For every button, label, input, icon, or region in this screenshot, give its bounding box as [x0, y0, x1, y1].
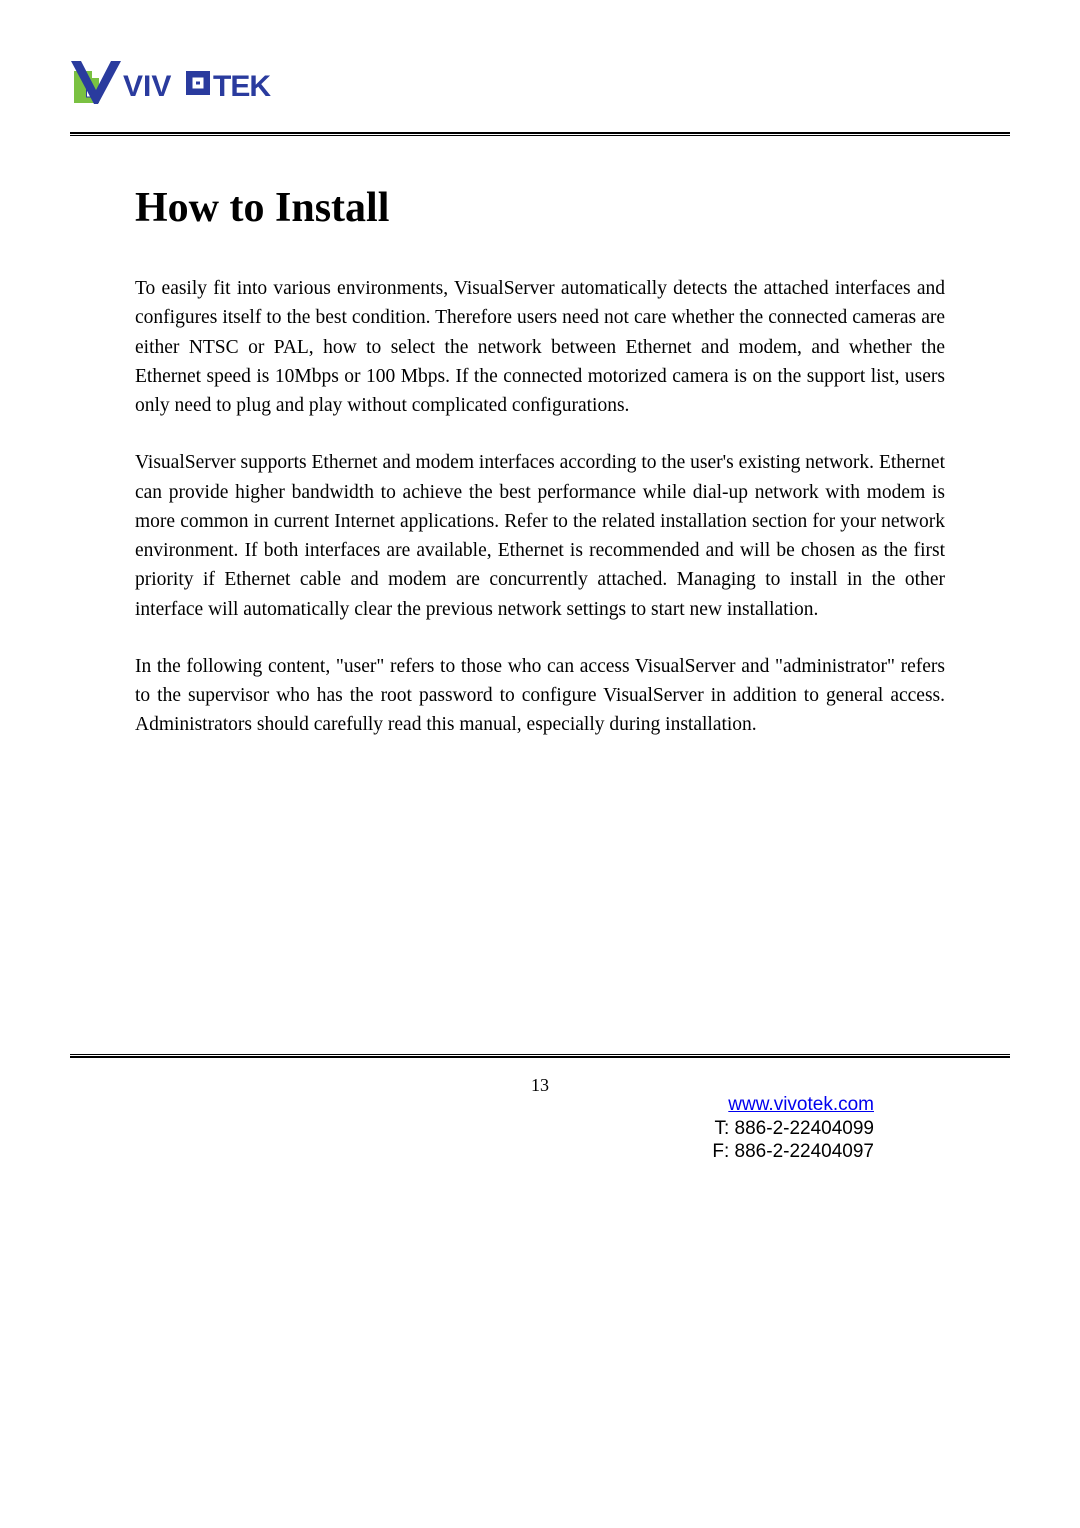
footer-contact: www.vivotek.com T: 886-2-22404099 F: 886…	[712, 1093, 874, 1164]
footer-telephone: T: 886-2-22404099	[712, 1117, 874, 1141]
svg-text:TEK: TEK	[213, 70, 271, 103]
paragraph-ethernet: VisualServer supports Ethernet and modem…	[135, 448, 945, 624]
brand-logo: VIV TEK	[70, 60, 1010, 112]
paragraph-roles: In the following content, "user" refers …	[135, 652, 945, 740]
vivotek-logo-icon: VIV TEK	[70, 60, 280, 107]
content-area: How to Install To easily fit into variou…	[70, 184, 1010, 740]
footer-fax: F: 886-2-22404097	[712, 1140, 874, 1164]
header-divider	[70, 132, 1010, 136]
page-number: 13	[0, 1075, 1080, 1096]
footer-url-link[interactable]: www.vivotek.com	[728, 1094, 874, 1115]
footer-divider	[70, 1054, 1010, 1058]
svg-text:VIV: VIV	[123, 70, 171, 103]
paragraph-intro: To easily fit into various environments,…	[135, 274, 945, 420]
logo-wordmark: VIV TEK	[123, 70, 271, 103]
section-heading: How to Install	[135, 184, 945, 232]
document-page: VIV TEK How to Install To easily fit int…	[0, 0, 1080, 1528]
